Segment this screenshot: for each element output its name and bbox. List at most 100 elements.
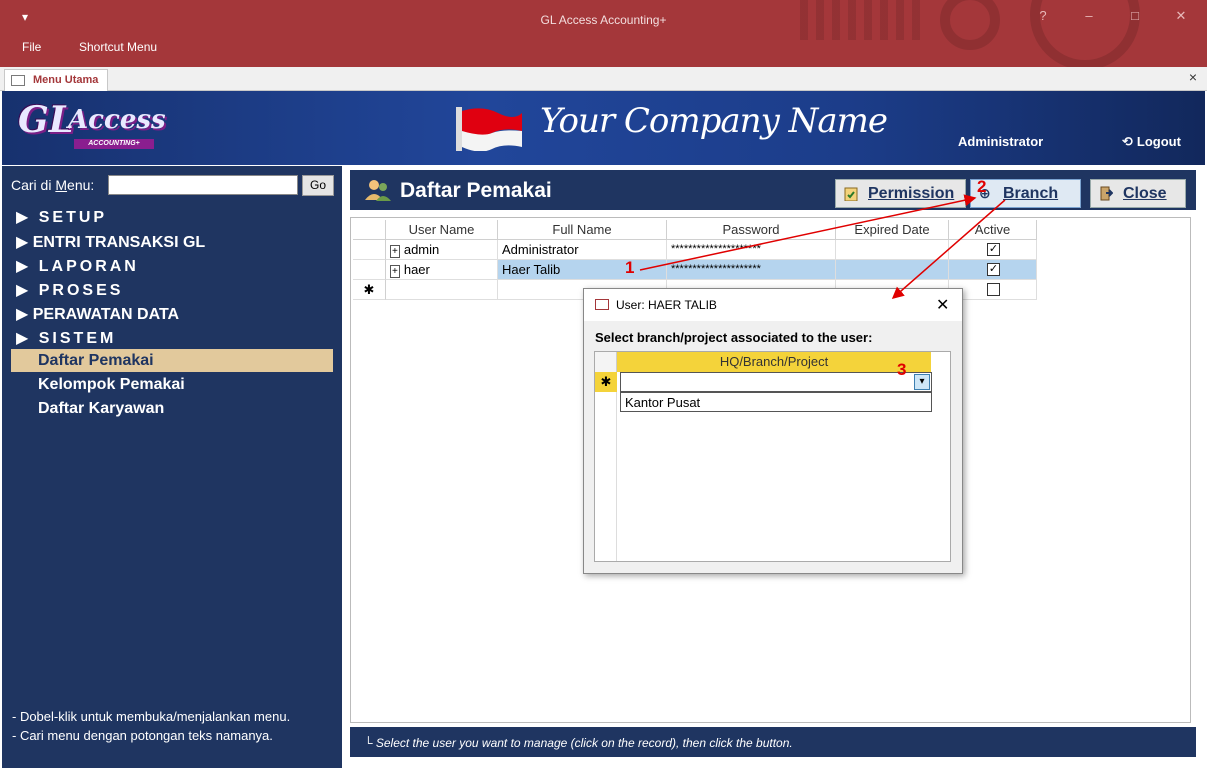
hint-text: - Cari menu dengan potongan teks namanya… xyxy=(12,728,273,743)
menu-file[interactable]: File xyxy=(22,40,41,54)
window-title: GL Access Accounting+ xyxy=(540,13,667,27)
menu-shortcut[interactable]: Shortcut Menu xyxy=(79,40,157,54)
footer-text: Select the user you want to manage (clic… xyxy=(375,736,793,750)
form-icon xyxy=(595,299,609,310)
cell-active[interactable]: ✓ xyxy=(949,260,1037,280)
menu-search-input[interactable] xyxy=(108,175,298,195)
logo-access: Access xyxy=(68,105,166,135)
col-password[interactable]: Password xyxy=(667,220,836,240)
row-selector[interactable] xyxy=(353,240,386,260)
dropdown-option-kantor-pusat[interactable]: Kantor Pusat xyxy=(620,392,932,412)
triangle-right-icon: ▶ xyxy=(16,282,39,299)
table-row[interactable]: + admin xyxy=(386,240,498,260)
tab-menu-utama[interactable]: Menu Utama xyxy=(4,69,108,91)
branch-button[interactable]: ⊕ Branch xyxy=(970,179,1081,208)
tab-bar: Menu Utama xyxy=(0,67,1207,91)
select-all-corner[interactable] xyxy=(353,220,386,240)
submenu-daftar-karyawan[interactable]: Daftar Karyawan xyxy=(38,400,164,418)
permission-button[interactable]: Permission xyxy=(835,179,966,208)
branch-combo[interactable]: ▾ xyxy=(620,372,932,392)
hint-text: - Dobel-klik untuk membuka/menjalankan m… xyxy=(12,709,291,724)
dialog-label: Select branch/project associated to the … xyxy=(595,330,873,345)
col-full-name[interactable]: Full Name xyxy=(498,220,667,240)
branch-dialog: User: HAER TALIB ✕ Select branch/project… xyxy=(583,288,963,574)
form-title: Daftar Pemakai xyxy=(400,179,552,202)
close-window-button[interactable]: ✕ xyxy=(1169,8,1193,24)
menu-perawatan-data[interactable]: ▶ PERAWATAN DATA xyxy=(16,304,179,324)
cell-full-name[interactable]: Administrator xyxy=(498,240,667,260)
menu-label: LAPORAN xyxy=(38,258,139,275)
menu-entri-transaksi-gl[interactable]: ▶ ENTRI TRANSAKSI GL xyxy=(16,232,205,252)
menu-label: PROSES xyxy=(38,282,124,299)
logout-label: Logout xyxy=(1136,134,1181,149)
cell-active[interactable]: ✓ xyxy=(949,240,1037,260)
menu-label: ENTRI TRANSAKSI GL xyxy=(32,234,206,251)
submenu-kelompok-pemakai[interactable]: Kelompok Pemakai xyxy=(38,376,185,394)
help-button[interactable]: ? xyxy=(1031,8,1055,23)
cell-expired[interactable] xyxy=(836,260,949,280)
cell-expired[interactable] xyxy=(836,240,949,260)
cell-user: admin xyxy=(403,242,440,257)
title-bar: ▾ GL Access Accounting+ File Shortcut Me… xyxy=(0,0,1207,70)
search-label-rest: enu: xyxy=(67,177,95,193)
dialog-title: User: HAER TALIB xyxy=(616,298,717,312)
active-checkbox[interactable]: ✓ xyxy=(987,243,1000,256)
go-button[interactable]: Go xyxy=(302,175,334,196)
new-cell[interactable] xyxy=(386,280,498,300)
close-tab-icon[interactable]: × xyxy=(1189,69,1197,85)
row-selector[interactable] xyxy=(353,260,386,280)
active-checkbox[interactable] xyxy=(987,283,1000,296)
col-active[interactable]: Active xyxy=(949,220,1037,240)
active-checkbox[interactable]: ✓ xyxy=(987,263,1000,276)
form-icon xyxy=(11,75,25,86)
expand-icon[interactable]: + xyxy=(390,245,400,258)
banner: GL Access ACCOUNTING+ Your Company Name … xyxy=(2,91,1205,165)
annotation-1: 1 xyxy=(625,258,635,277)
select-all-corner[interactable] xyxy=(595,352,617,372)
submenu-daftar-pemakai[interactable]: Daftar Pemakai xyxy=(38,352,154,370)
dialog-close-icon[interactable]: ✕ xyxy=(936,295,949,315)
gl-access-logo: GL Access ACCOUNTING+ xyxy=(18,99,168,151)
company-name: Your Company Name xyxy=(540,101,888,141)
footer-hint: └ Select the user you want to manage (cl… xyxy=(364,736,793,750)
branch-label: Branch xyxy=(1003,185,1059,202)
triangle-right-icon: ▶ xyxy=(16,258,39,275)
logout-button[interactable]: ⟲ Logout xyxy=(1122,134,1181,150)
new-row-marker[interactable]: ✱ xyxy=(595,372,617,392)
logo-sub: ACCOUNTING+ xyxy=(74,139,154,149)
menu-sistem[interactable]: ▶ SISTEM xyxy=(16,328,116,348)
new-row-marker[interactable]: ✱ xyxy=(353,280,386,300)
close-button[interactable]: Close xyxy=(1090,179,1186,208)
minimize-button[interactable]: – xyxy=(1077,8,1101,23)
cell-password[interactable]: ********************* xyxy=(667,240,836,260)
cell-password[interactable]: ********************* xyxy=(667,260,836,280)
col-expired-date[interactable]: Expired Date xyxy=(836,220,949,240)
search-label-prefix: Cari di xyxy=(11,177,56,193)
menu-label: SISTEM xyxy=(38,330,117,347)
menu-label: PERAWATAN DATA xyxy=(32,306,180,323)
close-label: Close xyxy=(1123,185,1167,202)
menu-laporan[interactable]: ▶ LAPORAN xyxy=(16,256,139,276)
table-row[interactable]: + haer xyxy=(386,260,498,280)
chevron-down-icon[interactable]: ▾ xyxy=(914,374,930,390)
form-footer: └ Select the user you want to manage (cl… xyxy=(350,727,1196,757)
current-user: Administrator xyxy=(958,134,1044,149)
menu-proses[interactable]: ▶ PROSES xyxy=(16,280,123,300)
maximize-button[interactable]: □ xyxy=(1123,8,1147,23)
tab-label: Menu Utama xyxy=(33,74,99,86)
menu-label: SETUP xyxy=(38,209,108,226)
cell-user: haer xyxy=(403,262,430,277)
cell-full-name[interactable]: Haer Talib xyxy=(498,260,667,280)
row-selector-column xyxy=(595,392,617,561)
col-user-name[interactable]: User Name xyxy=(386,220,498,240)
indonesia-flag-icon xyxy=(456,107,522,151)
clipboard-icon xyxy=(844,187,858,201)
expand-icon[interactable]: + xyxy=(390,265,400,278)
users-icon xyxy=(365,180,391,201)
menu-setup[interactable]: ▶ SETUP xyxy=(16,207,107,227)
exit-door-icon xyxy=(1100,186,1113,201)
form-header: Daftar Pemakai Permission ⊕ Branch Close xyxy=(350,170,1196,210)
search-label-accesskey: M xyxy=(55,177,68,193)
col-branch[interactable]: HQ/Branch/Project xyxy=(617,352,931,372)
triangle-right-icon: ▶ xyxy=(16,330,39,347)
